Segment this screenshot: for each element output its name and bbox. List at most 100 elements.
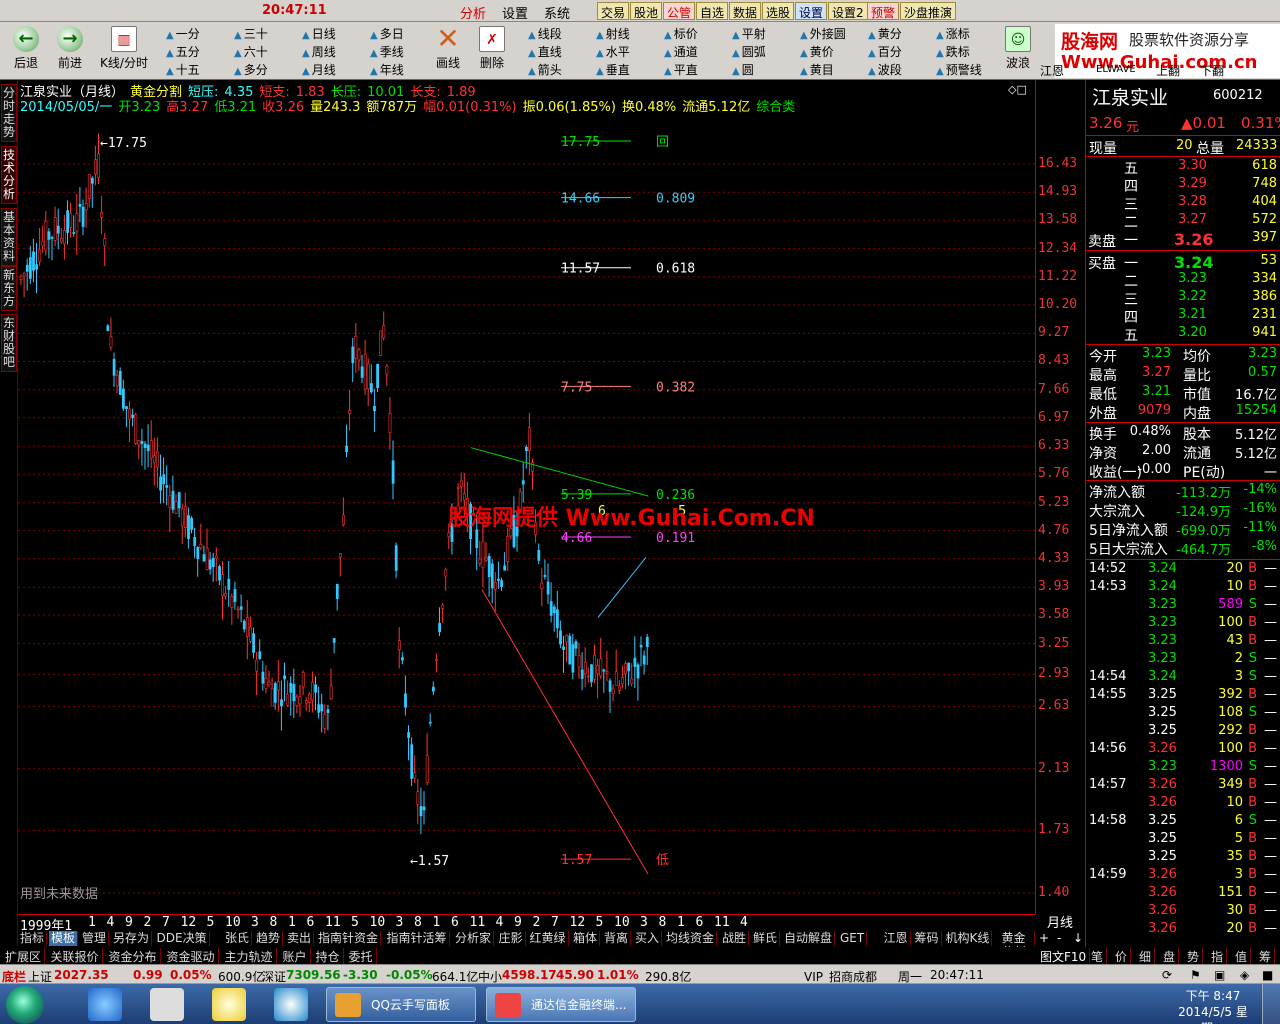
tool-2-2[interactable]: ▲ 平直 — [664, 61, 698, 78]
period-1-0[interactable]: ▲ 五分 — [166, 43, 200, 60]
menu-btn-pick[interactable]: 选股 — [762, 2, 795, 20]
kline-chart[interactable]: 17.75 回14.66 0.80911.57 0.6186 57.75 0.3825.3… — [18, 80, 1035, 914]
indicator-tab[interactable]: DDE决策 — [155, 931, 210, 946]
sub-tab[interactable]: 资金分布 — [106, 948, 161, 965]
right-tab[interactable]: 筹 — [1256, 948, 1276, 965]
right-tab[interactable]: 价 — [1112, 948, 1132, 965]
tool-2-5[interactable]: ▲ 波段 — [868, 61, 902, 78]
indicator-tab[interactable]: GET — [838, 931, 868, 946]
lock-icon[interactable]: ■ — [1262, 968, 1273, 982]
tool-1-2[interactable]: ▲ 通道 — [664, 43, 698, 60]
tool-1-0[interactable]: ▲ 直线 — [528, 43, 562, 60]
right-tab[interactable]: 盘 — [1160, 948, 1180, 965]
sub-tab[interactable]: 账户 — [280, 948, 311, 965]
forward-button[interactable]: → 前进 — [50, 24, 90, 78]
draw-line-button[interactable]: ✕ 画线 — [428, 24, 468, 78]
period-2-3[interactable]: ▲ 年线 — [370, 61, 404, 78]
sub-tab[interactable]: 资金驱动 — [164, 948, 219, 965]
period-0-2[interactable]: ▲ 日线 — [302, 25, 336, 42]
indicator-tab[interactable]: 机构K线 — [944, 931, 993, 946]
indicator-tab[interactable]: 黄金分割 — [1000, 931, 1035, 959]
zoom-in-button[interactable]: + — [1039, 931, 1049, 945]
menu-btn-pool[interactable]: 股池 — [630, 2, 663, 20]
period-0-0[interactable]: ▲ 一分 — [166, 25, 200, 42]
sub-tab[interactable]: 委托 — [346, 948, 377, 965]
menu-btn-alert[interactable]: 预警 — [867, 2, 900, 20]
refresh-icon[interactable]: ⟳ — [1162, 968, 1172, 982]
indicator-tab[interactable]: 另存为 — [111, 931, 153, 946]
zoom-out-button[interactable]: - — [1057, 931, 1061, 945]
menu-btn-settings2[interactable]: 设置2 — [828, 2, 868, 20]
indicator-tab[interactable]: 指南针资金 — [316, 931, 382, 946]
indicator-tab[interactable]: 指标 — [18, 931, 48, 946]
kline-chart-panel[interactable]: 17.75 回 14.66 0.809 11.57 0.618 6 5 7.75 0.382 5.3… — [18, 80, 1035, 914]
indicator-tab[interactable]: 鲜氏 — [751, 931, 781, 946]
indicator-tab[interactable]: 指南针活筹 — [385, 931, 450, 946]
right-tab[interactable]: 细 — [1136, 948, 1156, 965]
period-label[interactable]: 月线 — [1035, 912, 1085, 931]
page-up-button[interactable]: 上翻 — [1156, 62, 1180, 79]
tool-1-6[interactable]: ▲ 跌标 — [936, 43, 970, 60]
vtab-fundamentals[interactable]: 基本资料 — [1, 208, 17, 266]
paint-icon[interactable] — [150, 988, 184, 1021]
flag-icon[interactable]: ⚑ — [1190, 968, 1201, 982]
menu-btn-trade[interactable]: 交易 — [597, 2, 630, 20]
vtab-intraday[interactable]: 分时走势 — [1, 84, 17, 142]
menu-settings[interactable]: 设置 — [502, 3, 528, 22]
indicator-tab[interactable]: 背离 — [602, 931, 632, 946]
indicator-tab[interactable]: 庄影 — [497, 931, 526, 946]
elwave-button[interactable]: ELWAVE — [1096, 64, 1136, 75]
indicator-tab[interactable]: 买入 — [633, 931, 663, 946]
indicator-tab[interactable]: 红黄绿 — [528, 931, 569, 946]
tool-2-6[interactable]: ▲ 预警线 — [936, 61, 982, 78]
indicator-tab[interactable]: 箱体 — [571, 931, 601, 946]
vtab-technical[interactable]: 技术分析 — [1, 146, 17, 204]
tool-2-4[interactable]: ▲ 黄目 — [800, 61, 834, 78]
indicator-tab[interactable]: 筹码 — [913, 931, 942, 946]
task-tdx-terminal[interactable]: 通达信金融终端... — [486, 987, 636, 1022]
tool-2-0[interactable]: ▲ 箭头 — [528, 61, 562, 78]
tool-0-4[interactable]: ▲ 外接圆 — [800, 25, 846, 42]
indicator-tab[interactable]: 趋势 — [254, 931, 284, 946]
menu-analysis[interactable]: 分析 — [460, 3, 486, 22]
menu-btn-public[interactable]: 公管 — [663, 2, 696, 20]
menu-btn-watchlist[interactable]: 自选 — [696, 2, 729, 20]
sub-tab[interactable]: 扩展区 — [2, 948, 46, 965]
delete-button[interactable]: ✗ 删除 — [472, 24, 512, 78]
menu-btn-sandbox[interactable]: 沙盘推演 — [900, 2, 957, 20]
tool-2-3[interactable]: ▲ 圆 — [732, 61, 754, 78]
period-1-1[interactable]: ▲ 六十 — [234, 43, 268, 60]
period-0-3[interactable]: ▲ 多日 — [370, 25, 404, 42]
tool-0-1[interactable]: ▲ 射线 — [596, 25, 630, 42]
right-tab[interactable]: 值 — [1232, 948, 1252, 965]
indicator-tab[interactable]: 张氏 — [223, 931, 253, 946]
right-tab[interactable]: 势 — [1184, 948, 1204, 965]
right-tab[interactable]: 指 — [1208, 948, 1228, 965]
menu-btn-data[interactable]: 数据 — [729, 2, 762, 20]
tool-2-1[interactable]: ▲ 垂直 — [596, 61, 630, 78]
indicator-tab[interactable]: 均线资金 — [664, 931, 718, 946]
vtab-guba[interactable]: 东财股吧 — [1, 314, 17, 372]
scroll-down-button[interactable]: ↓ — [1073, 931, 1083, 945]
sub-tab[interactable]: 关联报价 — [48, 948, 103, 965]
tool-1-5[interactable]: ▲ 百分 — [868, 43, 902, 60]
gann-button[interactable]: 江恩 — [1040, 62, 1064, 79]
kline-toggle-button[interactable]: ▥ K线/分时 — [96, 24, 152, 78]
indicator-tab[interactable]: 分析家 — [453, 931, 495, 946]
tool-0-0[interactable]: ▲ 线段 — [528, 25, 562, 42]
back-button[interactable]: ← 后退 — [6, 24, 46, 78]
indicator-tab[interactable]: 管理 — [80, 931, 110, 946]
indicator-tab[interactable]: 战胜 — [720, 931, 750, 946]
menu-system[interactable]: 系统 — [544, 3, 570, 22]
task-qq-handwriting[interactable]: QQ云手写面板 — [326, 987, 476, 1022]
period-2-2[interactable]: ▲ 月线 — [302, 61, 336, 78]
tool-0-6[interactable]: ▲ 涨标 — [936, 25, 970, 42]
tool-0-2[interactable]: ▲ 标价 — [664, 25, 698, 42]
period-2-1[interactable]: ▲ 多分 — [234, 61, 268, 78]
indicator-tab[interactable]: 江恩 — [882, 931, 911, 946]
period-1-2[interactable]: ▲ 周线 — [302, 43, 336, 60]
f10-button[interactable]: 图文F10 — [1037, 948, 1091, 965]
start-button[interactable] — [6, 986, 44, 1024]
indicator-tab[interactable]: 卖出 — [285, 931, 315, 946]
wave-button[interactable]: ☺ 波浪 — [998, 24, 1038, 78]
